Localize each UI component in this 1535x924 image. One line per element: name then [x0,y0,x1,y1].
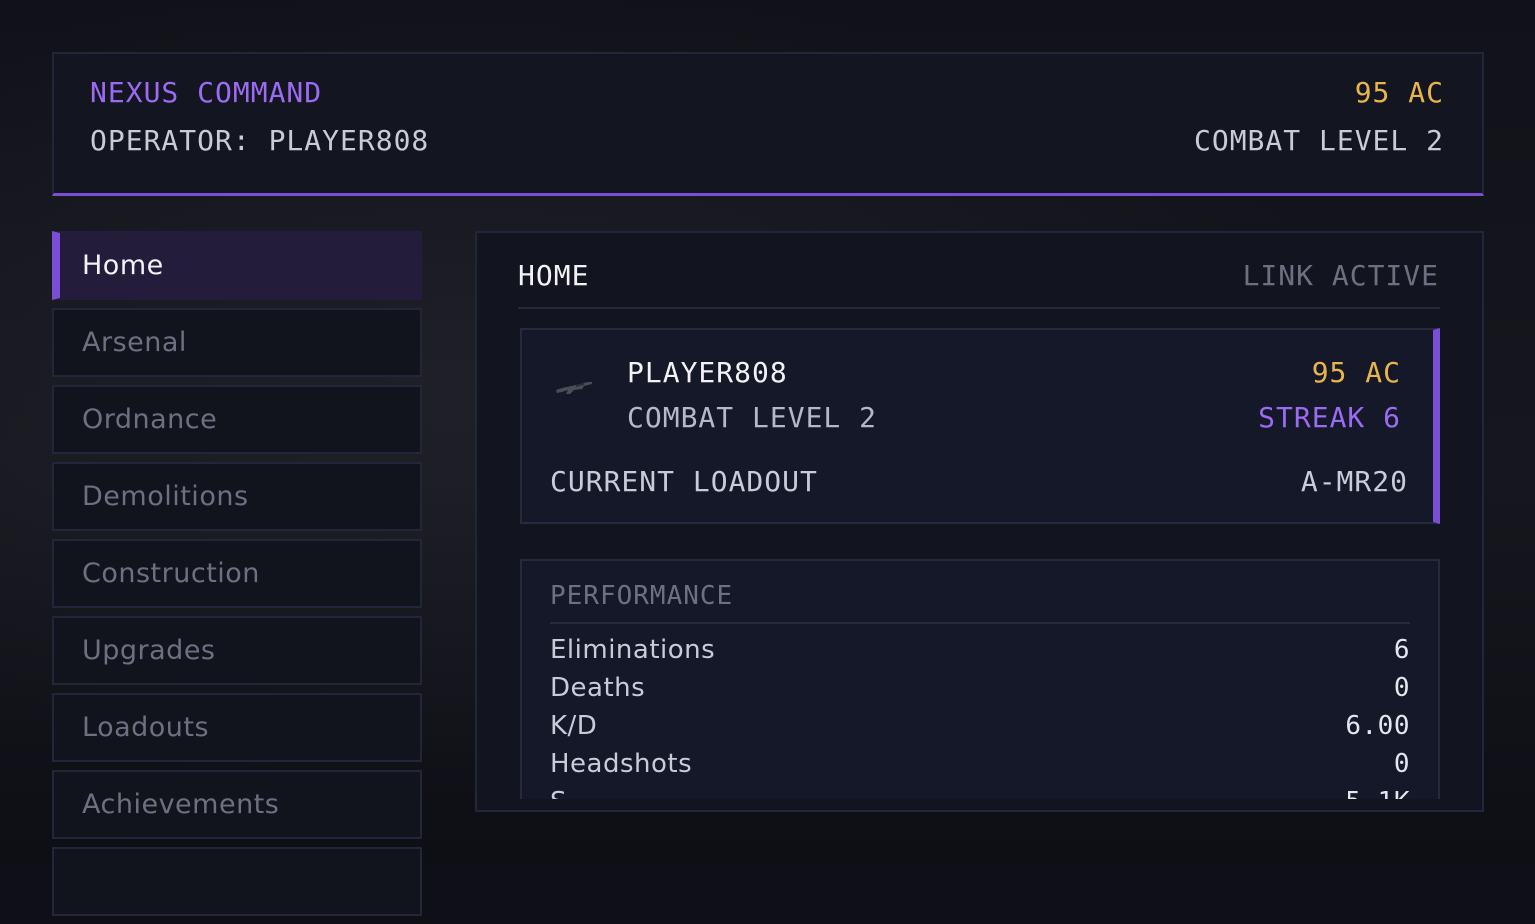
page-title: HOME [518,259,590,292]
sidebar-item-label: Loadouts [82,712,210,743]
stat-row-headshots: Headshots 0 [550,745,1410,783]
rifle-icon [556,382,592,394]
sidebar-item-arsenal[interactable]: Arsenal [52,308,422,377]
loadout-label: CURRENT LOADOUT [550,465,818,498]
combat-level: COMBAT LEVEL 2 [1193,124,1444,157]
sidebar-item-label: Arsenal [82,327,187,358]
sidebar-item-label: Ordnance [82,404,218,435]
sidebar-item-ordnance[interactable]: Ordnance [52,385,422,454]
sidebar-item-loadouts[interactable]: Loadouts [52,693,422,762]
profile-card: PLAYER808 COMBAT LEVEL 2 95 AC STREAK 6 … [520,328,1440,524]
sidebar-nav: Home Arsenal Ordnance Demolitions Constr… [52,231,422,924]
sidebar-item-label: Demolitions [82,481,249,512]
operator-name: OPERATOR: PLAYER808 [90,124,430,157]
sidebar-item-home[interactable]: Home [52,231,422,300]
stat-row-partial: S 5.1K [550,783,1410,799]
stat-value: 6.00 [1345,711,1410,741]
player-level: COMBAT LEVEL 2 [627,401,878,434]
player-name: PLAYER808 [627,356,788,389]
stat-row-eliminations: Eliminations 6 [550,631,1410,669]
stat-value: 0 [1393,673,1410,703]
stat-value: 0 [1393,749,1410,779]
stat-value: 5.1K [1345,787,1410,799]
loadout-value: A-MR20 [1300,465,1408,498]
stat-label: Eliminations [550,635,716,665]
main-panel: HOME LINK ACTIVE PLAYER808 COMBAT LEVEL … [475,231,1484,812]
stat-label: Headshots [550,749,693,779]
sidebar-item-more[interactable] [52,847,422,916]
top-header: NEXUS COMMAND OPERATOR: PLAYER808 95 AC … [52,52,1484,196]
link-status: LINK ACTIVE [1242,259,1439,292]
sidebar-item-upgrades[interactable]: Upgrades [52,616,422,685]
stat-value: 6 [1393,635,1410,665]
sidebar-item-demolitions[interactable]: Demolitions [52,462,422,531]
performance-stats: Eliminations 6 Deaths 0 K/D 6.00 Headsho… [550,631,1410,799]
profile-credits: 95 AC [1311,356,1401,389]
stat-row-kd: K/D 6.00 [550,707,1410,745]
performance-title: PERFORMANCE [550,581,734,611]
stat-label: Deaths [550,673,646,703]
credits-balance: 95 AC [1354,76,1444,109]
divider [518,307,1440,309]
sidebar-item-achievements[interactable]: Achievements [52,770,422,839]
performance-card: PERFORMANCE Eliminations 6 Deaths 0 K/D … [520,559,1440,799]
profile-streak: STREAK 6 [1258,401,1401,434]
sidebar-item-label: Home [82,250,164,281]
stat-label: K/D [550,711,598,741]
divider [550,622,1410,624]
sidebar-item-label: Construction [82,558,260,589]
stat-row-deaths: Deaths 0 [550,669,1410,707]
sidebar-item-label: Achievements [82,789,280,820]
sidebar-item-label: Upgrades [82,635,216,666]
brand-title: NEXUS COMMAND [90,76,323,109]
stat-label: S [550,787,567,799]
sidebar-item-construction[interactable]: Construction [52,539,422,608]
